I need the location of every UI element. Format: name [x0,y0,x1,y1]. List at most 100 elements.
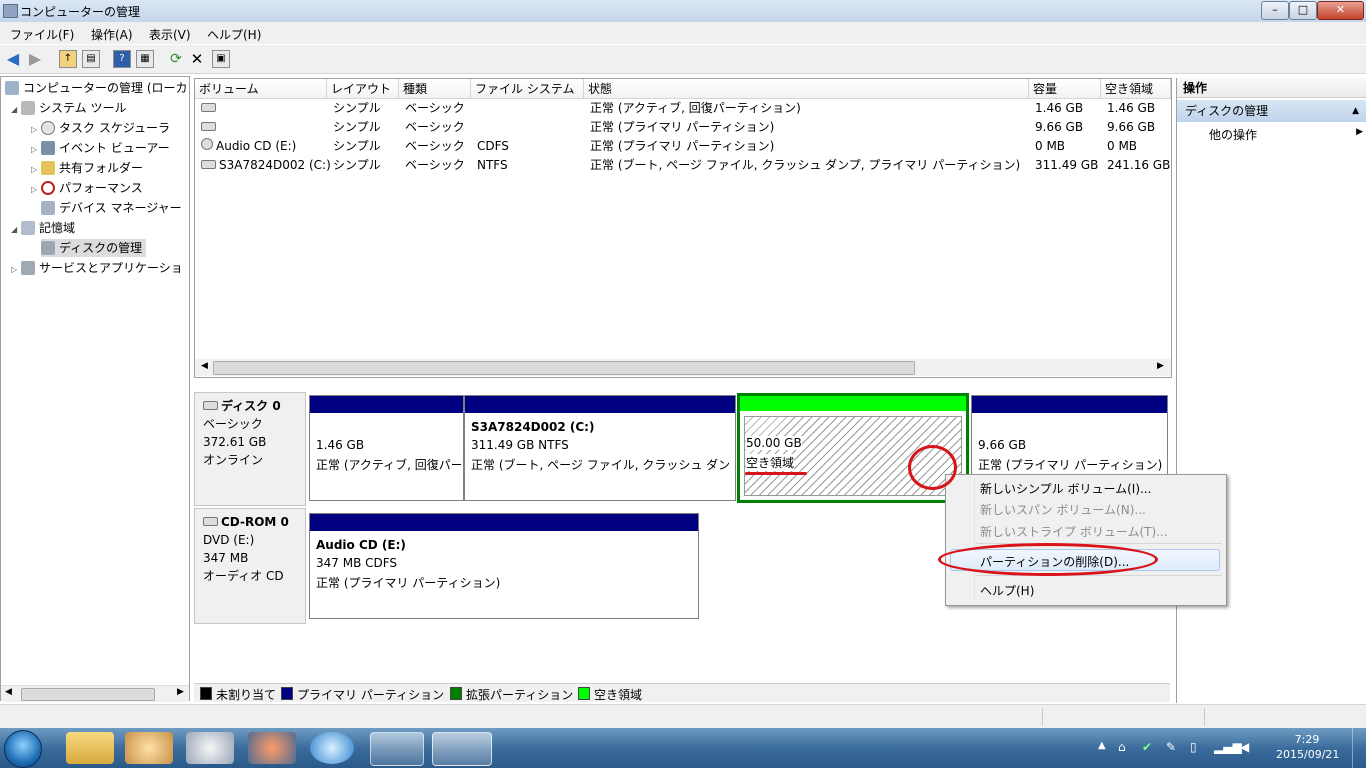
tree-item-services-apps[interactable]: ▷ サービスとアプリケーショ [11,259,183,277]
back-arrow-icon[interactable]: ◀ [4,50,22,68]
tree-item-storage[interactable]: ◢ 記憶域 [11,219,75,237]
tree-item-performance[interactable]: ▷ パフォーマンス [31,179,143,197]
tray-check-icon[interactable]: ✔ [1142,740,1152,754]
menu-help[interactable]: ヘルプ(H) [207,26,261,43]
collapsed-arrow-icon[interactable]: ▷ [31,121,41,139]
menu-file[interactable]: ファイル(F) [10,26,74,43]
partition-size: 1.46 GB [316,438,365,452]
tray-home-icon[interactable]: ⌂ [1118,740,1126,754]
storage-icon [21,221,35,235]
status-bar [0,704,1366,729]
clock[interactable]: 7:29 2015/09/21 [1276,732,1339,762]
tree-horizontal-scrollbar[interactable]: ◀ ▶ [1,685,189,702]
table-row[interactable]: Audio CD (E:) [197,137,296,156]
cell-capacity: 0 MB [1035,139,1066,153]
actions-other[interactable]: 他の操作 ▶ [1209,126,1363,143]
refresh-icon[interactable]: ⟳ [167,50,185,68]
tray-expand-icon[interactable]: ▲ [1098,740,1106,751]
partition-c-drive[interactable]: S3A7824D002 (C:) 311.49 GB NTFS 正常 (ブート,… [464,395,736,501]
column-header-capacity[interactable]: 容量 [1029,79,1101,99]
explorer-icon[interactable] [66,732,114,764]
forward-arrow-icon[interactable]: ▶ [26,50,44,68]
cell-layout: シンプル [333,139,381,153]
snipping-tool-icon[interactable] [186,732,234,764]
column-header-status[interactable]: 状態 [584,79,1029,99]
scroll-right-icon[interactable]: ▶ [177,687,184,697]
maximize-button[interactable]: □ [1289,1,1317,20]
services-icon [21,261,35,275]
up-folder-icon[interactable]: ↑ [59,50,77,68]
tree-item-event-viewer[interactable]: ▷ イベント ビューアー [31,139,170,157]
scroll-thumb[interactable] [21,688,155,701]
menu-new-simple-volume[interactable]: 新しいシンプル ボリューム(I)... [980,480,1151,497]
tree-item-root[interactable]: コンピューターの管理 (ローカ [5,79,188,97]
cd-drive-icon [201,138,213,150]
start-button[interactable] [4,730,42,768]
minimize-button[interactable]: – [1261,1,1289,20]
collapsed-arrow-icon[interactable]: ▷ [31,141,41,159]
media-player-icon[interactable] [310,732,354,764]
partition-header-primary [465,396,735,413]
paint-icon[interactable] [125,732,173,764]
event-viewer-icon [41,141,55,155]
collapsed-arrow-icon[interactable]: ▷ [11,261,21,279]
export-icon[interactable]: ▣ [212,50,230,68]
table-row[interactable]: S3A7824D002 (C:) [197,156,331,175]
collapsed-arrow-icon[interactable]: ▷ [31,161,41,179]
menu-new-striped-volume[interactable]: 新しいストライプ ボリューム(T)... [980,523,1168,540]
expanded-arrow-icon[interactable]: ◢ [11,101,21,119]
cell-free: 1.46 GB [1107,101,1156,115]
menu-new-spanned-volume[interactable]: 新しいスパン ボリューム(N)... [980,501,1146,518]
menu-action[interactable]: 操作(A) [91,26,133,43]
disk-0-size: 372.61 GB [203,435,267,449]
properties-icon[interactable]: ▦ [136,50,154,68]
column-header-filesystem[interactable]: ファイル システム [471,79,584,99]
app-icon[interactable] [248,732,296,764]
tree-item-device-manager[interactable]: デバイス マネージャー [41,199,182,217]
tray-volume-icon[interactable]: ◀ [1240,740,1249,754]
control-panel-icon[interactable] [370,732,424,766]
menu-help-item[interactable]: ヘルプ(H) [980,582,1034,599]
expanded-arrow-icon[interactable]: ◢ [11,221,21,239]
collapse-icon[interactable]: ▲ [1352,100,1359,122]
legend-free: 空き領域 [578,686,642,703]
table-row[interactable] [197,99,219,118]
tree-item-task-scheduler[interactable]: ▷ タスク スケジューラ [31,119,170,137]
partition-recovery[interactable]: 1.46 GB 正常 (アクティブ, 回復パー [309,395,464,501]
scroll-left-icon[interactable]: ◀ [5,687,12,697]
computer-management-icon [3,4,18,18]
tray-pin-icon[interactable]: ✎ [1166,740,1176,754]
tree-item-disk-management[interactable]: ディスクの管理 [41,239,147,257]
tree-item-system-tools[interactable]: ◢ システム ツール [11,99,126,117]
show-desktop-button[interactable] [1352,728,1366,768]
partition-audio-cd[interactable]: Audio CD (E:) 347 MB CDFS 正常 (プライマリ パーティ… [309,513,699,619]
tray-device-icon[interactable]: ▯ [1190,740,1197,754]
scroll-right-icon[interactable]: ▶ [1157,361,1164,371]
collapsed-arrow-icon[interactable]: ▷ [31,181,41,199]
cell-type: ベーシック [405,120,465,134]
menu-view[interactable]: 表示(V) [149,26,191,43]
table-horizontal-scrollbar[interactable]: ◀ ▶ [195,359,1171,376]
column-header-volume[interactable]: ボリューム [195,79,327,99]
computer-management-task-icon[interactable] [432,732,492,766]
delete-icon[interactable]: ✕ [188,50,206,68]
console-tree-icon[interactable]: ▤ [82,50,100,68]
partition-size: 347 MB CDFS [316,556,398,570]
close-button[interactable]: ✕ [1317,1,1364,20]
disk-0-info[interactable]: ディスク 0 ベーシック 372.61 GB オンライン [194,392,306,506]
cdrom-0-info[interactable]: CD-ROM 0 DVD (E:) 347 MB オーディオ CD [194,508,306,624]
partition-name: S3A7824D002 (C:) [471,420,595,434]
disk-0-state: オンライン [203,453,264,467]
help-icon[interactable]: ? [113,50,131,68]
cell-filesystem [473,99,477,118]
disk-0-type: ベーシック [203,417,263,431]
actions-section-disk-management[interactable]: ディスクの管理 ▲ [1177,100,1366,122]
tray-network-icon[interactable]: ▂▄▆ [1214,740,1242,754]
column-header-type[interactable]: 種類 [399,79,471,99]
scroll-thumb[interactable] [213,361,915,375]
column-header-free[interactable]: 空き領域 [1101,79,1171,99]
tree-item-shared-folders[interactable]: ▷ 共有フォルダー [31,159,143,177]
column-header-layout[interactable]: レイアウト [327,79,399,99]
scroll-left-icon[interactable]: ◀ [201,361,208,371]
table-row[interactable] [197,118,219,137]
